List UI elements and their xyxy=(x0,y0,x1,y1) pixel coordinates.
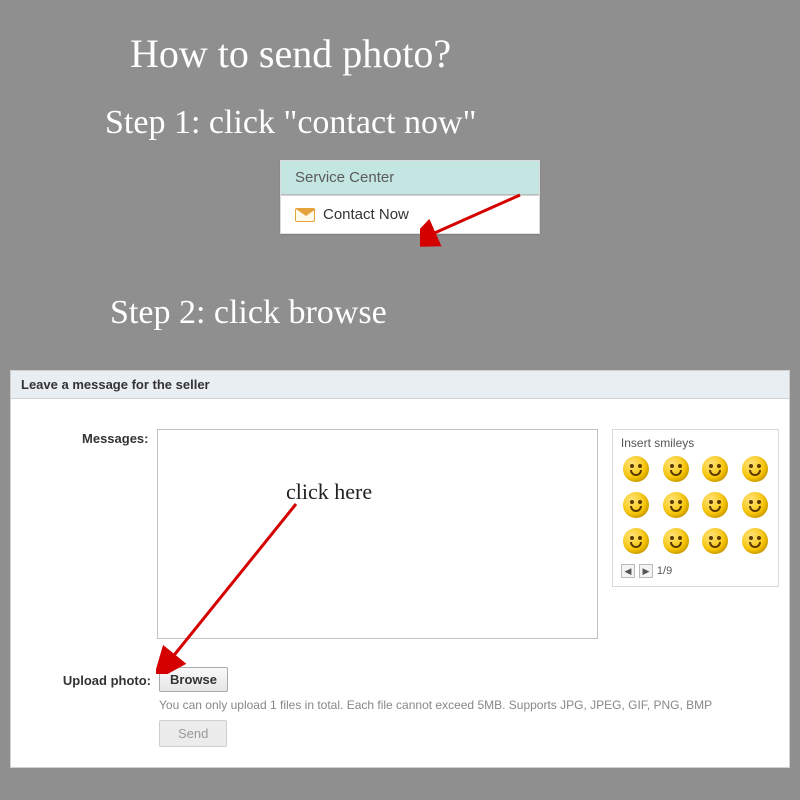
messages-row: Messages: Insert smileys xyxy=(21,429,779,639)
click-here-annotation: click here xyxy=(286,479,372,505)
smileys-grid xyxy=(621,456,770,554)
smiley-icon[interactable] xyxy=(742,492,768,518)
message-panel-title: Leave a message for the seller xyxy=(11,371,789,399)
smileys-pager: ◀ ▶ 1/9 xyxy=(621,564,770,578)
browse-button[interactable]: Browse xyxy=(159,667,228,692)
page-title: How to send photo? xyxy=(130,30,451,77)
messages-textarea[interactable] xyxy=(157,429,598,639)
mail-icon xyxy=(295,208,315,222)
step-1-text: Step 1: click "contact now" xyxy=(105,104,476,142)
smiley-icon[interactable] xyxy=(623,528,649,554)
send-button[interactable]: Send xyxy=(159,720,227,747)
smiley-icon[interactable] xyxy=(623,456,649,482)
smiley-icon[interactable] xyxy=(702,456,728,482)
smiley-icon[interactable] xyxy=(702,528,728,554)
smiley-icon[interactable] xyxy=(742,456,768,482)
message-panel: Leave a message for the seller Messages:… xyxy=(10,370,790,768)
smileys-title: Insert smileys xyxy=(621,436,770,450)
contact-now-label: Contact Now xyxy=(323,206,409,223)
smiley-icon[interactable] xyxy=(623,492,649,518)
upload-row: Upload photo: Browse xyxy=(21,667,779,692)
service-center-header: Service Center xyxy=(281,161,539,195)
smiley-icon[interactable] xyxy=(663,492,689,518)
smiley-icon[interactable] xyxy=(742,528,768,554)
service-center-card: Service Center Contact Now xyxy=(280,160,540,234)
smiley-icon[interactable] xyxy=(663,528,689,554)
smileys-panel: Insert smileys ◀ ▶ xyxy=(612,429,779,587)
messages-label: Messages: xyxy=(21,429,149,446)
smiley-icon[interactable] xyxy=(702,492,728,518)
step-2-text: Step 2: click browse xyxy=(110,294,387,332)
pager-prev-button[interactable]: ◀ xyxy=(621,564,635,578)
pager-next-button[interactable]: ▶ xyxy=(639,564,653,578)
pager-page-text: 1/9 xyxy=(657,565,672,577)
message-panel-body: Messages: Insert smileys xyxy=(11,399,789,767)
smiley-icon[interactable] xyxy=(663,456,689,482)
upload-hint: You can only upload 1 files in total. Ea… xyxy=(159,698,779,712)
upload-label: Upload photo: xyxy=(21,671,151,688)
contact-now-row[interactable]: Contact Now xyxy=(281,196,539,233)
